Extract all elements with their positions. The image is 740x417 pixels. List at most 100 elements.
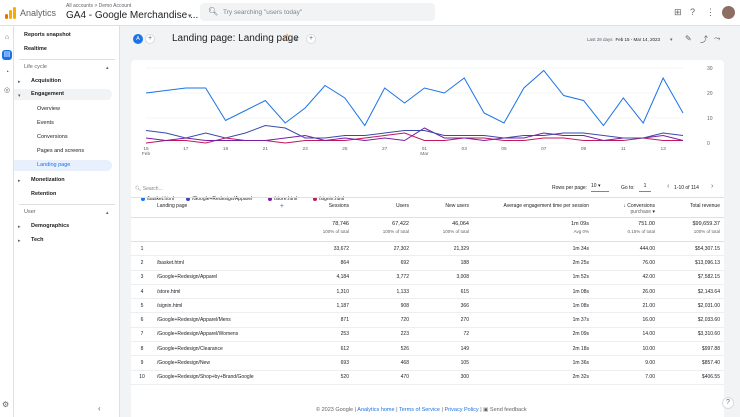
footer-link-terms[interactable]: Terms of Service <box>399 407 440 413</box>
sidebar-item-overview[interactable]: Overview <box>37 104 60 115</box>
goto-input[interactable]: 1 <box>639 183 651 192</box>
x-tick-label: 07 <box>541 146 547 152</box>
app-name: Analytics <box>20 8 57 18</box>
chevron-up-icon[interactable]: ▴ <box>106 210 109 216</box>
chevron-right-icon[interactable]: ▸ <box>18 224 21 230</box>
send-feedback-link[interactable]: Send feedback <box>490 407 527 413</box>
sidebar-item-tech[interactable]: Tech <box>31 235 43 246</box>
sidebar-item-landing-page[interactable]: Landing page <box>14 160 112 171</box>
page-title: Landing page: Landing page <box>172 33 299 44</box>
sidebar-item-retention[interactable]: Retention <box>31 189 56 200</box>
goto-label: Go to: <box>621 185 635 191</box>
x-tick-label: 03 <box>462 146 468 152</box>
footer-link-privacy[interactable]: Privacy Policy <box>444 407 478 413</box>
more-vert-icon[interactable]: ⋮ <box>706 7 715 18</box>
sidebar-item-pages-and-screens[interactable]: Pages and screens <box>37 146 84 157</box>
legend-dot-icon <box>186 196 190 201</box>
y-tick-label: 0 <box>707 141 710 147</box>
sidebar-item-realtime[interactable]: Realtime <box>24 44 47 55</box>
rows-per-page-select[interactable]: 10 ▾ <box>591 183 609 192</box>
x-tick-label: Mar <box>420 151 429 157</box>
chevron-down-icon[interactable]: ▾ <box>670 37 673 43</box>
reports-icon[interactable]: ▤ <box>2 50 12 60</box>
customize-report-icon[interactable]: ✎ <box>685 34 692 43</box>
chevron-right-icon[interactable]: ▸ <box>18 238 21 244</box>
date-label: Last 28 days <box>587 37 613 42</box>
explore-icon[interactable]: ◔ <box>2 68 12 78</box>
feedback-icon[interactable]: ▣ <box>483 407 488 413</box>
date-range-picker[interactable]: Last 28 days Feb 15 - Mar 14, 2023 <box>587 37 660 42</box>
sidebar-item-demographics[interactable]: Demographics <box>31 221 69 232</box>
advertising-icon[interactable]: ◎ <box>2 86 12 96</box>
x-tick-label: 23 <box>302 146 308 152</box>
avatar[interactable] <box>722 6 735 19</box>
comparison-badge[interactable]: A <box>133 34 143 44</box>
chevron-up-icon[interactable]: ▴ <box>106 65 109 71</box>
sidebar-item-events[interactable]: Events <box>37 118 54 129</box>
chevron-right-icon[interactable]: ▸ <box>18 178 21 184</box>
y-tick-label: 10 <box>707 116 713 122</box>
rows-per-page-value: 10 <box>591 183 597 189</box>
footer-link-analytics-home[interactable]: Analytics home <box>357 407 394 413</box>
x-tick-label: 05 <box>501 146 507 152</box>
sidebar-item-acquisition[interactable]: Acquisition <box>31 76 61 87</box>
main-content: A + Landing page: Landing page ⚠ ▾ + Las… <box>120 26 740 417</box>
add-comparison-button[interactable]: + <box>145 34 155 44</box>
next-page-icon[interactable]: › <box>711 183 713 190</box>
search-input[interactable]: 🔍︎ Try searching "users today" <box>200 3 435 21</box>
footer: © 2023 Google | Analytics home | Terms o… <box>316 407 527 413</box>
analytics-logo-icon[interactable] <box>5 7 17 19</box>
sidebar-item-conversions[interactable]: Conversions <box>37 132 68 143</box>
help-icon[interactable]: ? <box>690 7 695 17</box>
insights-icon[interactable]: ⤳ <box>714 34 720 44</box>
warning-icon[interactable]: ⚠ <box>283 32 291 43</box>
date-range-value: Feb 15 - Mar 14, 2023 <box>615 37 661 42</box>
rows-per-page-label: Rows per page: <box>552 185 588 191</box>
pager-text: 1-10 of 114 <box>674 185 699 191</box>
reports-sidebar: Reports snapshot Realtime Life cycle ▴ ▸… <box>14 26 120 417</box>
x-tick-label: Feb <box>142 151 151 157</box>
share-icon[interactable]: ⤴ <box>700 34 708 45</box>
legend-dot-icon <box>141 196 145 201</box>
chevron-down-icon[interactable]: ▾ <box>295 37 298 43</box>
table-search-input[interactable]: 🔍︎ Search... <box>135 186 163 192</box>
x-tick-label: 17 <box>183 146 189 152</box>
x-tick-label: 21 <box>263 146 269 152</box>
x-tick-label: 25 <box>342 146 348 152</box>
copyright: © 2023 Google <box>316 407 354 413</box>
sidebar-section-user[interactable]: User <box>24 207 36 218</box>
series-line[interactable] <box>145 124 684 139</box>
x-tick-label: 13 <box>660 146 666 152</box>
settings-gear-icon[interactable]: ⚙ <box>2 400 9 409</box>
add-filter-button[interactable]: + <box>306 34 316 44</box>
x-tick-label: 09 <box>581 146 587 152</box>
y-tick-label: 30 <box>707 66 713 72</box>
home-icon[interactable]: ⌂ <box>2 33 12 43</box>
nav-rail: ⌂ ▤ ◔ ◎ <box>0 26 14 417</box>
search-icon: 🔍︎ <box>208 7 219 16</box>
top-bar: Analytics All accounts > Demo Account GA… <box>0 0 740 26</box>
sidebar-item-monetization[interactable]: Monetization <box>31 175 65 186</box>
collapse-sidebar-icon[interactable]: ‹ <box>98 404 101 413</box>
report-card: 30 20 10 0 15 Feb 17 19 21 23 25 27 01 Mar 03 05 07 09 11 1… <box>131 60 724 417</box>
sidebar-section-life-cycle[interactable]: Life cycle <box>24 62 47 73</box>
property-selector[interactable]: GA4 - Google Merchandise ... <box>66 10 198 21</box>
chevron-down-icon[interactable]: ▾ <box>188 12 192 20</box>
sidebar-item-reports-snapshot[interactable]: Reports snapshot <box>24 30 71 41</box>
y-tick-label: 20 <box>707 91 713 97</box>
legend-dot-icon <box>268 196 272 201</box>
table-toolbar: 🔍︎ Search... Rows per page: 10 ▾ Go to: … <box>131 183 724 197</box>
prev-page-icon[interactable]: ‹ <box>667 183 669 190</box>
x-tick-label: 11 <box>621 146 626 152</box>
divider <box>19 204 115 205</box>
help-fab-button[interactable]: ? <box>722 397 734 409</box>
series-line[interactable] <box>145 69 684 127</box>
divider <box>19 59 115 60</box>
line-chart: 302010015Feb17 19 21 23 25 27 01Mar03 05 07 09 11 1… <box>142 66 713 157</box>
sidebar-item-engagement[interactable]: Engagement <box>31 89 64 100</box>
account-breadcrumb[interactable]: All accounts > Demo Account <box>66 3 131 9</box>
chevron-right-icon[interactable]: ▸ <box>18 79 21 85</box>
chevron-down-icon[interactable]: ▾ <box>18 93 21 99</box>
apps-grid-icon[interactable]: ⊞ <box>674 7 682 18</box>
legend-dot-icon <box>313 196 317 201</box>
